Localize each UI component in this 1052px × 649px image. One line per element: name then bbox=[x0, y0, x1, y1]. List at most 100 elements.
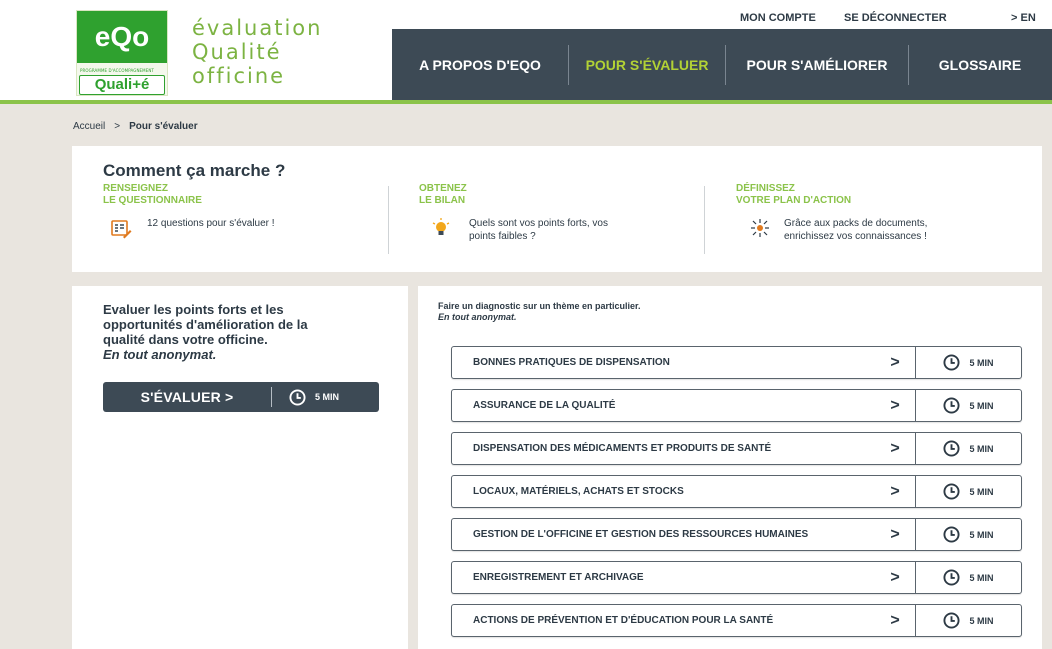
logout-link[interactable]: SE DÉCONNECTER bbox=[844, 12, 947, 24]
duration-text: 5 MIN bbox=[969, 443, 994, 454]
step-heading-1: OBTENEZ bbox=[419, 183, 467, 194]
nav-item-glossary[interactable]: GLOSSAIRE bbox=[909, 29, 1051, 100]
theme-label: ENREGISTREMENT ET ARCHIVAGE bbox=[473, 572, 644, 583]
breadcrumb-separator: > bbox=[114, 121, 121, 132]
duration-indicator: 5 MIN bbox=[916, 397, 1021, 414]
chevron-right-icon: > bbox=[890, 568, 900, 586]
lightbulb-icon bbox=[432, 218, 450, 235]
duration-indicator: 5 MIN bbox=[916, 483, 1021, 500]
step-heading-2: LE BILAN bbox=[419, 195, 466, 206]
eqo-logo[interactable]: eQo PROGRAMME D'ACCOMPAGNEMENT Quali+é bbox=[76, 10, 168, 96]
clock-icon bbox=[943, 397, 961, 414]
logo-program-text: PROGRAMME D'ACCOMPAGNEMENT bbox=[80, 68, 154, 73]
step-questionnaire: RENSEIGNEZ LE QUESTIONNAIRE 12 questions… bbox=[103, 183, 275, 239]
theme-diagnostic-card: Faire un diagnostic sur un thème en part… bbox=[418, 286, 1042, 649]
step-description: 12 questions pour s'évaluer ! bbox=[147, 218, 275, 229]
theme-label: LOCAUX, MATÉRIELS, ACHATS ET STOCKS bbox=[473, 486, 684, 497]
logo-mark: eQo bbox=[77, 11, 167, 63]
breadcrumb: Accueil > Pour s'évaluer bbox=[73, 121, 198, 132]
theme-label: ASSURANCE DE LA QUALITÉ bbox=[473, 400, 616, 411]
breadcrumb-current: Pour s'évaluer bbox=[129, 121, 198, 132]
duration-text: 5 MIN bbox=[969, 357, 994, 368]
theme-button[interactable]: DISPENSATION DES MÉDICAMENTS ET PRODUITS… bbox=[451, 432, 1022, 465]
theme-diagnostic-header: Faire un diagnostic sur un thème en part… bbox=[438, 301, 641, 323]
step-divider bbox=[388, 186, 389, 254]
duration-text: 5 MIN bbox=[969, 615, 994, 626]
step-divider bbox=[704, 186, 705, 254]
intro-line-3: qualité dans votre officine. bbox=[103, 332, 268, 347]
chevron-right-icon: > bbox=[890, 525, 900, 543]
theme-button[interactable]: ACTIONS DE PRÉVENTION ET D'ÉDUCATION POU… bbox=[451, 604, 1022, 637]
clock-icon bbox=[943, 354, 961, 371]
breadcrumb-home[interactable]: Accueil bbox=[73, 121, 105, 132]
duration-text: 5 MIN bbox=[969, 486, 994, 497]
theme-label: GESTION DE L'OFFICINE ET GESTION DES RES… bbox=[473, 529, 809, 540]
how-it-works-title: Comment ça marche ? bbox=[103, 161, 286, 180]
step-report: OBTENEZ LE BILAN Quels sont vos points f… bbox=[419, 183, 608, 242]
self-evaluation-intro: Evaluer les points forts et les opportun… bbox=[103, 302, 363, 362]
duration-indicator: 5 MIN bbox=[916, 354, 1021, 371]
duration-indicator: 5 MIN bbox=[916, 440, 1021, 457]
self-evaluation-card: Evaluer les points forts et les opportun… bbox=[72, 286, 408, 649]
step-description-line-1: Grâce aux packs de documents, bbox=[784, 218, 928, 229]
my-account-link[interactable]: MON COMPTE bbox=[740, 12, 816, 24]
language-switch-link[interactable]: > EN bbox=[1011, 12, 1036, 24]
chevron-right-icon: > bbox=[890, 396, 900, 414]
chevron-right-icon: > bbox=[890, 353, 900, 371]
clock-icon bbox=[943, 526, 961, 543]
brand-line-2: Qualité bbox=[192, 40, 282, 64]
duration-indicator: 5 MIN bbox=[916, 526, 1021, 543]
brand-wordmark[interactable]: évaluation Qualité officine bbox=[192, 16, 322, 88]
self-evaluate-label: S'ÉVALUER > bbox=[140, 389, 234, 405]
clock-icon bbox=[943, 569, 961, 586]
clock-icon bbox=[943, 612, 961, 629]
step-action-plan: DÉFINISSEZ VOTRE PLAN D'ACTION Grâce aux… bbox=[736, 183, 927, 242]
theme-button[interactable]: LOCAUX, MATÉRIELS, ACHATS ET STOCKS >5 MI… bbox=[451, 475, 1022, 508]
theme-button[interactable]: GESTION DE L'OFFICINE ET GESTION DES RES… bbox=[451, 518, 1022, 551]
network-icon bbox=[751, 219, 769, 237]
left-gutter bbox=[0, 104, 8, 649]
chevron-right-icon: > bbox=[890, 611, 900, 629]
logo-quali-mark: Quali+é bbox=[79, 75, 165, 95]
clock-icon bbox=[943, 483, 961, 500]
intro-line-4: En tout anonymat. bbox=[103, 347, 217, 362]
step-description: Quels sont vos points forts, vos points … bbox=[469, 217, 608, 243]
questionnaire-icon bbox=[111, 220, 132, 239]
duration-indicator: 5 MIN bbox=[272, 388, 340, 406]
theme-label: DISPENSATION DES MÉDICAMENTS ET PRODUITS… bbox=[473, 443, 772, 454]
chevron-right-icon: > bbox=[890, 482, 900, 500]
nav-item-self-evaluate[interactable]: POUR S'ÉVALUER bbox=[569, 29, 725, 100]
theme-diagnostic-heading: Faire un diagnostic sur un thème en part… bbox=[438, 301, 641, 311]
brand-line-1: évaluation bbox=[192, 16, 323, 40]
nav-item-about[interactable]: A PROPOS D'EQO bbox=[392, 29, 568, 100]
duration-text: 5 MIN bbox=[969, 572, 994, 583]
duration-indicator: 5 MIN bbox=[916, 612, 1021, 629]
theme-label: ACTIONS DE PRÉVENTION ET D'ÉDUCATION POU… bbox=[473, 615, 774, 626]
nav-item-improve[interactable]: POUR S'AMÉLIORER bbox=[726, 29, 908, 100]
clock-icon bbox=[943, 440, 961, 457]
duration-text: 5 MIN bbox=[969, 529, 994, 540]
main-navigation: A PROPOS D'EQO POUR S'ÉVALUER POUR S'AMÉ… bbox=[392, 29, 1052, 100]
step-heading-2: LE QUESTIONNAIRE bbox=[103, 195, 202, 206]
theme-diagnostic-subheading: En tout anonymat. bbox=[438, 312, 517, 322]
duration-text: 5 MIN bbox=[969, 400, 994, 411]
intro-line-2: opportunités d'amélioration de la bbox=[103, 317, 308, 332]
theme-button[interactable]: BONNES PRATIQUES DE DISPENSATION >5 MIN bbox=[451, 346, 1022, 379]
duration-indicator: 5 MIN bbox=[916, 569, 1021, 586]
step-description-line-2: enrichissez vos connaissances ! bbox=[784, 231, 927, 242]
theme-button[interactable]: ENREGISTREMENT ET ARCHIVAGE >5 MIN bbox=[451, 561, 1022, 594]
step-description: Grâce aux packs de documents, enrichisse… bbox=[784, 217, 927, 243]
clock-icon bbox=[289, 388, 306, 406]
theme-button[interactable]: ASSURANCE DE LA QUALITÉ >5 MIN bbox=[451, 389, 1022, 422]
step-heading-1: RENSEIGNEZ bbox=[103, 183, 169, 194]
step-heading-1: DÉFINISSEZ bbox=[736, 183, 795, 194]
theme-label: BONNES PRATIQUES DE DISPENSATION bbox=[473, 357, 670, 368]
duration-text: 5 MIN bbox=[315, 392, 340, 402]
step-description-line-2: points faibles ? bbox=[469, 231, 536, 242]
intro-line-1: Evaluer les points forts et les bbox=[103, 302, 284, 317]
how-it-works-panel: Comment ça marche ? RENSEIGNEZ LE QUESTI… bbox=[72, 146, 1042, 272]
chevron-right-icon: > bbox=[890, 439, 900, 457]
step-description-line-1: Quels sont vos points forts, vos bbox=[469, 218, 608, 229]
self-evaluate-button[interactable]: S'ÉVALUER > 5 MIN bbox=[103, 382, 379, 412]
brand-line-3: officine bbox=[192, 64, 286, 88]
